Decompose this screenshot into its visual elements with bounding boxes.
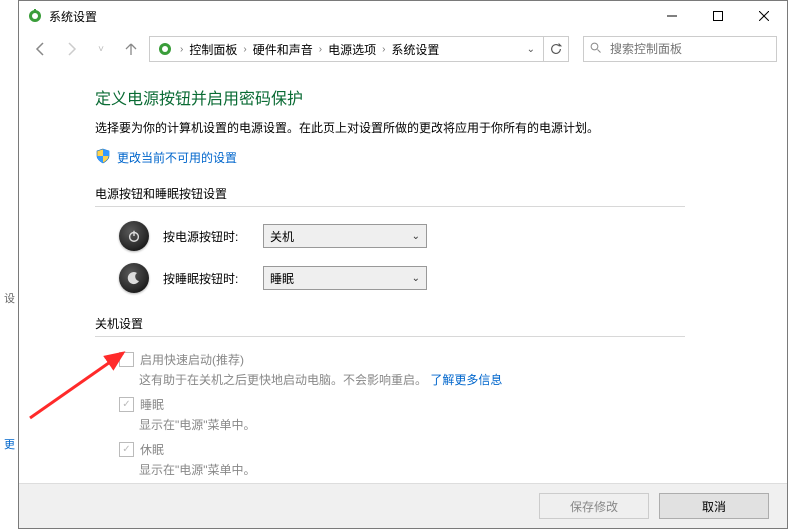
sleep-icon <box>119 263 149 293</box>
power-icon <box>119 221 149 251</box>
background-strip: 设 更 <box>0 0 18 529</box>
sleep-button-dropdown[interactable]: 睡眠 ⌄ <box>263 266 427 290</box>
nav-forward-button[interactable] <box>59 37 83 61</box>
nav-recent-button[interactable]: ˅ <box>89 37 113 61</box>
window-title: 系统设置 <box>49 8 649 25</box>
section-divider <box>95 336 685 337</box>
maximize-button[interactable] <box>695 1 741 31</box>
shield-icon <box>95 148 111 167</box>
breadcrumb-icon <box>156 40 174 58</box>
navbar: ˅ › 控制面板 › 硬件和声音 › 电源选 <box>19 31 787 67</box>
dropdown-value: 关机 <box>270 228 294 245</box>
chevron-right-icon: › <box>380 44 387 55</box>
app-icon <box>27 8 43 24</box>
section-divider <box>95 206 685 207</box>
power-button-label: 按电源按钮时: <box>163 228 263 245</box>
breadcrumb-item[interactable]: 系统设置 <box>387 41 443 58</box>
minimize-button[interactable] <box>649 1 695 31</box>
content-area: 定义电源按钮并启用密码保护 选择要为你的计算机设置的电源设置。在此页上对设置所做… <box>19 67 787 483</box>
section-title-shutdown: 关机设置 <box>95 315 787 332</box>
sleep-option-label: 睡眠 <box>140 396 164 413</box>
page-description: 选择要为你的计算机设置的电源设置。在此页上对设置所做的更改将应用于你所有的电源计… <box>95 119 787 138</box>
breadcrumb[interactable]: › 控制面板 › 硬件和声音 › 电源选项 › 系统设置 ⌄ <box>149 36 544 62</box>
save-button[interactable]: 保存修改 <box>539 493 649 519</box>
close-button[interactable] <box>741 1 787 31</box>
power-button-dropdown[interactable]: 关机 ⌄ <box>263 224 427 248</box>
change-unavailable-link[interactable]: 更改当前不可用的设置 <box>117 149 237 166</box>
dropdown-value: 睡眠 <box>270 270 294 287</box>
hibernate-option-label: 休眠 <box>140 441 164 458</box>
refresh-button[interactable] <box>544 36 569 62</box>
chevron-right-icon: › <box>317 44 324 55</box>
fast-startup-label: 启用快速启动(推荐) <box>140 351 244 368</box>
fast-startup-description: 这有助于在关机之后更快地启动电脑。不会影响重启。 了解更多信息 <box>139 371 787 388</box>
sleep-option-description: 显示在"电源"菜单中。 <box>139 416 787 433</box>
nav-up-button[interactable] <box>119 37 143 61</box>
breadcrumb-item[interactable]: 电源选项 <box>324 41 380 58</box>
fast-startup-checkbox <box>119 352 134 367</box>
chevron-right-icon: › <box>241 44 248 55</box>
sleep-button-label: 按睡眠按钮时: <box>163 270 263 287</box>
learn-more-link[interactable]: 了解更多信息 <box>430 373 502 387</box>
nav-back-button[interactable] <box>29 37 53 61</box>
footer: 保存修改 取消 <box>19 483 787 528</box>
search-box[interactable] <box>583 36 777 62</box>
search-icon <box>590 42 602 57</box>
breadcrumb-item[interactable]: 控制面板 <box>185 41 241 58</box>
cancel-button[interactable]: 取消 <box>659 493 769 519</box>
page-heading: 定义电源按钮并启用密码保护 <box>95 85 787 109</box>
hibernate-option-description: 显示在"电源"菜单中。 <box>139 461 787 478</box>
breadcrumb-item[interactable]: 硬件和声音 <box>249 41 317 58</box>
chevron-right-icon: › <box>178 44 185 55</box>
section-title-buttons: 电源按钮和睡眠按钮设置 <box>95 185 787 202</box>
chevron-down-icon: ⌄ <box>412 231 420 242</box>
breadcrumb-dropdown[interactable]: ⌄ <box>521 44 541 55</box>
titlebar: 系统设置 <box>19 1 787 31</box>
chevron-down-icon: ⌄ <box>412 273 420 284</box>
hibernate-checkbox <box>119 442 134 457</box>
search-input[interactable] <box>608 41 770 57</box>
system-settings-window: 系统设置 ˅ <box>18 0 788 529</box>
sleep-checkbox <box>119 397 134 412</box>
